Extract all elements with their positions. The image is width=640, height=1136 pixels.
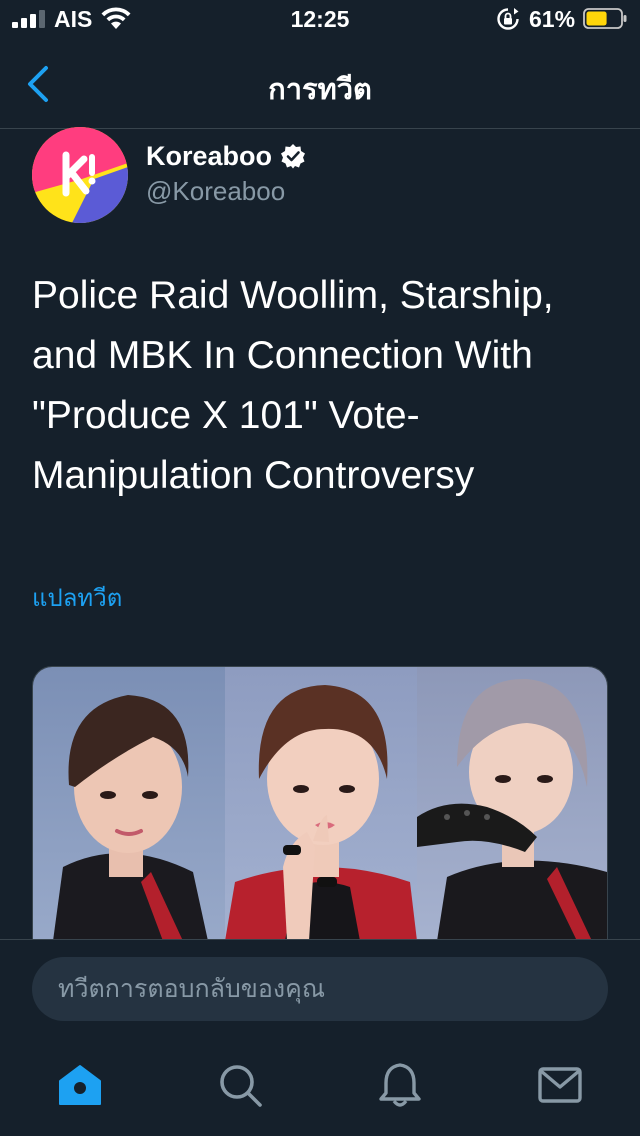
- nav-header: การทวีต: [0, 40, 640, 129]
- media-photo[interactable]: [417, 667, 607, 939]
- tweet-text: Police Raid Woollim, Starship, and MBK I…: [32, 274, 554, 497]
- home-icon[interactable]: [56, 1061, 104, 1109]
- verified-badge-icon: [281, 144, 306, 169]
- status-bar: AIS 12:25 61%: [0, 0, 640, 40]
- media-photo[interactable]: [225, 667, 417, 939]
- messages-icon[interactable]: [536, 1061, 584, 1109]
- username[interactable]: @Koreaboo: [146, 176, 285, 207]
- notifications-icon[interactable]: [376, 1061, 424, 1109]
- koreaboo-logo: [32, 127, 128, 223]
- display-name[interactable]: Koreaboo: [146, 141, 272, 172]
- avatar[interactable]: [32, 127, 128, 223]
- battery-percent: 61%: [529, 6, 576, 32]
- translate-tweet-link[interactable]: แปลทวีต: [32, 578, 122, 617]
- reply-bar: [0, 939, 640, 1036]
- reply-input[interactable]: [32, 957, 608, 1021]
- page-title: การทวีต: [268, 74, 372, 106]
- tweet-media[interactable]: [32, 666, 608, 940]
- media-photo[interactable]: [33, 667, 225, 939]
- search-icon[interactable]: [216, 1061, 264, 1109]
- orientation-lock-icon: [497, 8, 519, 30]
- battery-icon: [583, 8, 627, 29]
- tab-bar: [0, 1035, 640, 1136]
- author-name-row[interactable]: Koreaboo: [146, 138, 306, 174]
